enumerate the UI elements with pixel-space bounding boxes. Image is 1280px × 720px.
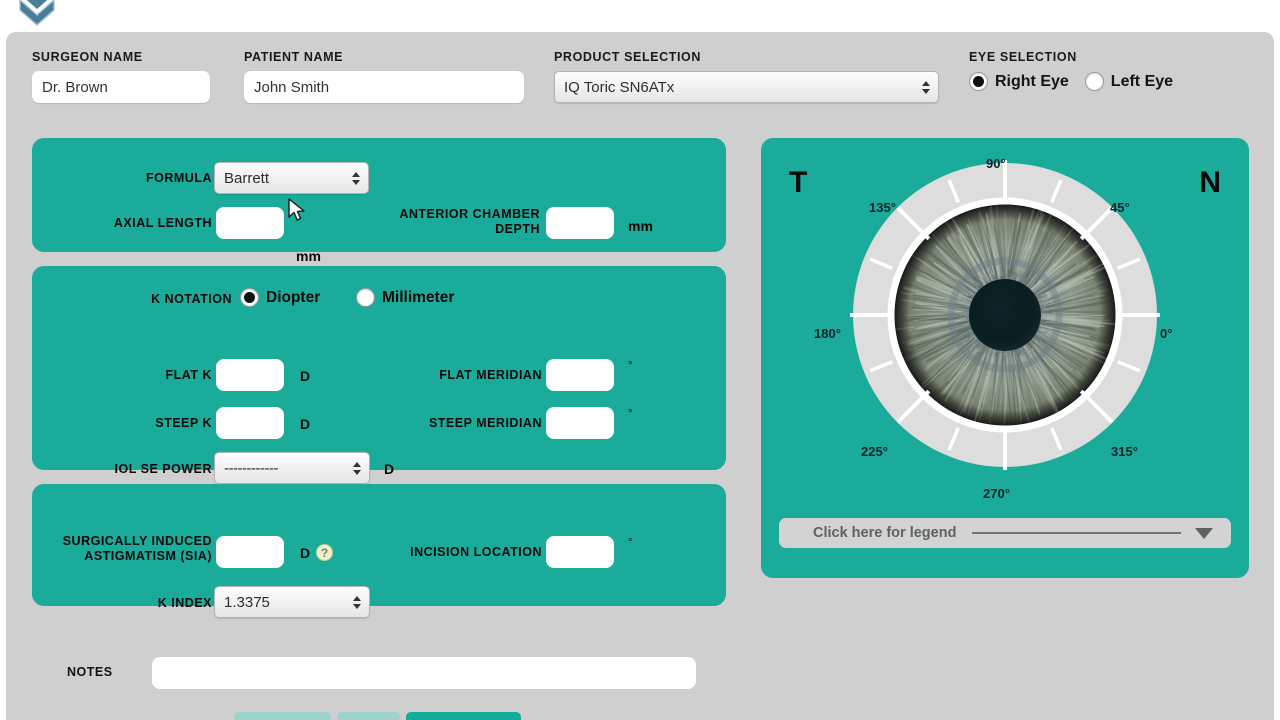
eye-selection-group: EYE SELECTION Right Eye Left Eye: [969, 50, 1173, 91]
spinner-arrows-icon[interactable]: [352, 593, 361, 611]
eye-selection-left-eye-radio[interactable]: Left Eye: [1084, 72, 1174, 91]
sia-unit: D: [300, 545, 311, 561]
flat-k-unit: D: [300, 368, 311, 384]
temporal-letter: T: [789, 166, 808, 199]
iol-se-power-select[interactable]: ------------: [214, 452, 370, 484]
flat-meridian-label: FLAT MERIDIAN: [439, 368, 542, 382]
radio-filled-icon: [240, 288, 259, 307]
calculate-button[interactable]: Calculate: [234, 712, 331, 720]
k-notation-diopter-radio[interactable]: Diopter: [240, 288, 320, 307]
eye-diagram-panel: T N 90° 45° 0° 315° 270° 225° 180° 135° …: [761, 138, 1249, 578]
degree-label-45: 45°: [1110, 200, 1130, 215]
formula-value: Barrett: [224, 169, 270, 187]
chevron-down-icon[interactable]: [1195, 527, 1213, 539]
notes-label: NOTES: [67, 665, 113, 679]
action-button-row: Calculate Print Clear Fields: [234, 712, 521, 720]
axial-length-label: AXIAL LENGTH: [113, 216, 212, 230]
logo-strip: [0, 0, 1280, 32]
degree-label-315: 315°: [1111, 444, 1138, 459]
radio-filled-icon: [969, 72, 988, 91]
acd-label-line2: DEPTH: [495, 222, 540, 236]
k-notation-millimeter-label: Millimeter: [382, 288, 455, 306]
acd-label-line1: ANTERIOR CHAMBER: [399, 207, 540, 221]
product-selection-select[interactable]: IQ Toric SN6ATx: [554, 71, 939, 103]
patient-name-group: PATIENT NAME: [244, 50, 524, 103]
product-selection-value: IQ Toric SN6ATx: [564, 78, 675, 96]
flat-meridian-input[interactable]: [546, 359, 614, 391]
degree-label-90: 90°: [986, 156, 1006, 171]
iol-se-power-unit: D: [384, 461, 395, 477]
axial-length-input[interactable]: [216, 207, 284, 239]
flat-k-label: FLAT K: [165, 368, 212, 382]
product-selection-label: PRODUCT SELECTION: [554, 50, 702, 64]
legend-dropdown[interactable]: Click here for legend: [779, 518, 1231, 548]
clear-fields-button[interactable]: Clear Fields: [405, 712, 521, 720]
surgeon-name-label: SURGEON NAME: [32, 50, 143, 64]
anterior-chamber-depth-unit: mm: [628, 218, 653, 234]
degree-label-0: 0°: [1160, 326, 1173, 341]
radio-empty-icon: [356, 288, 375, 307]
steep-meridian-label: STEEP MERIDIAN: [428, 416, 542, 430]
radio-empty-icon: [1084, 72, 1104, 91]
legend-divider: [972, 532, 1181, 534]
product-selection-group: PRODUCT SELECTION IQ Toric SN6ATx: [554, 50, 939, 103]
formula-select[interactable]: Barrett: [214, 162, 369, 194]
incision-location-input[interactable]: [546, 536, 614, 568]
formula-panel: FORMULA Barrett AXIAL LENGTH mm ANTERIOR…: [32, 138, 726, 264]
anterior-chamber-depth-label: ANTERIOR CHAMBER DEPTH: [358, 207, 540, 237]
patient-name-label: PATIENT NAME: [244, 50, 344, 64]
degree-label-135: 135°: [869, 200, 896, 215]
page-card: SURGEON NAME PATIENT NAME PRODUCT SELECT…: [6, 32, 1274, 720]
header-row: SURGEON NAME PATIENT NAME PRODUCT SELECT…: [6, 32, 1274, 124]
patient-name-input[interactable]: [244, 71, 524, 103]
incision-location-unit: °: [628, 535, 633, 549]
surgeon-name-group: SURGEON NAME: [32, 50, 210, 103]
degree-label-225: 225°: [861, 444, 888, 459]
k-index-value: 1.3375: [224, 593, 270, 611]
degree-label-270: 270°: [983, 486, 1010, 501]
spinner-arrows-icon[interactable]: [921, 78, 930, 96]
iol-se-power-label: IOL SE POWER: [114, 462, 212, 476]
sia-input[interactable]: [216, 536, 284, 568]
eye-selection-left-eye-label: Left Eye: [1110, 72, 1174, 90]
notes-input[interactable]: [152, 657, 696, 689]
sia-label: SURGICALLY INDUCED ASTIGMATISM (SIA): [42, 534, 212, 564]
sia-label-line2: ASTIGMATISM (SIA): [84, 549, 212, 563]
eye-selection-right-eye-label: Right Eye: [995, 72, 1069, 90]
steep-k-unit: D: [300, 416, 311, 432]
flat-meridian-unit: °: [628, 358, 633, 372]
formula-label: FORMULA: [146, 171, 212, 185]
double-chevron-down-icon: [19, 0, 55, 26]
sia-help-question-mark-icon[interactable]: ?: [316, 544, 333, 561]
iol-calculator-app: SURGEON NAME PATIENT NAME PRODUCT SELECT…: [0, 0, 1280, 720]
k-notation-panel: K NOTATION Diopter Millimeter FLAT K D F…: [32, 266, 726, 484]
steep-k-input[interactable]: [216, 407, 284, 439]
steep-meridian-input[interactable]: [546, 407, 614, 439]
degree-label-180: 180°: [814, 326, 841, 341]
legend-label: Click here for legend: [813, 525, 957, 541]
print-button[interactable]: Print: [336, 712, 400, 720]
iol-se-power-value: ------------: [224, 459, 278, 477]
eye-selection-right-eye-radio[interactable]: Right Eye: [969, 72, 1069, 91]
sia-panel: SURGICALLY INDUCED ASTIGMATISM (SIA) D ?…: [32, 484, 726, 618]
surgeon-name-input[interactable]: [32, 71, 210, 103]
incision-location-label: INCISION LOCATION: [410, 545, 542, 559]
eye-selection-label: EYE SELECTION: [969, 50, 1077, 64]
axial-length-unit: mm: [296, 248, 321, 264]
spinner-arrows-icon[interactable]: [352, 459, 361, 477]
nasal-letter: N: [1199, 166, 1221, 199]
k-index-label: K INDEX: [157, 596, 212, 610]
k-notation-millimeter-radio[interactable]: Millimeter: [356, 288, 454, 307]
k-notation-label: K NOTATION: [151, 292, 232, 306]
steep-k-label: STEEP K: [155, 416, 212, 430]
k-index-select[interactable]: 1.3375: [214, 586, 370, 618]
steep-meridian-unit: °: [628, 406, 633, 420]
flat-k-input[interactable]: [216, 359, 284, 391]
anterior-chamber-depth-input[interactable]: [546, 207, 614, 239]
sia-label-line1: SURGICALLY INDUCED: [62, 534, 212, 548]
k-notation-diopter-label: Diopter: [266, 288, 321, 306]
spinner-arrows-icon[interactable]: [351, 169, 360, 187]
